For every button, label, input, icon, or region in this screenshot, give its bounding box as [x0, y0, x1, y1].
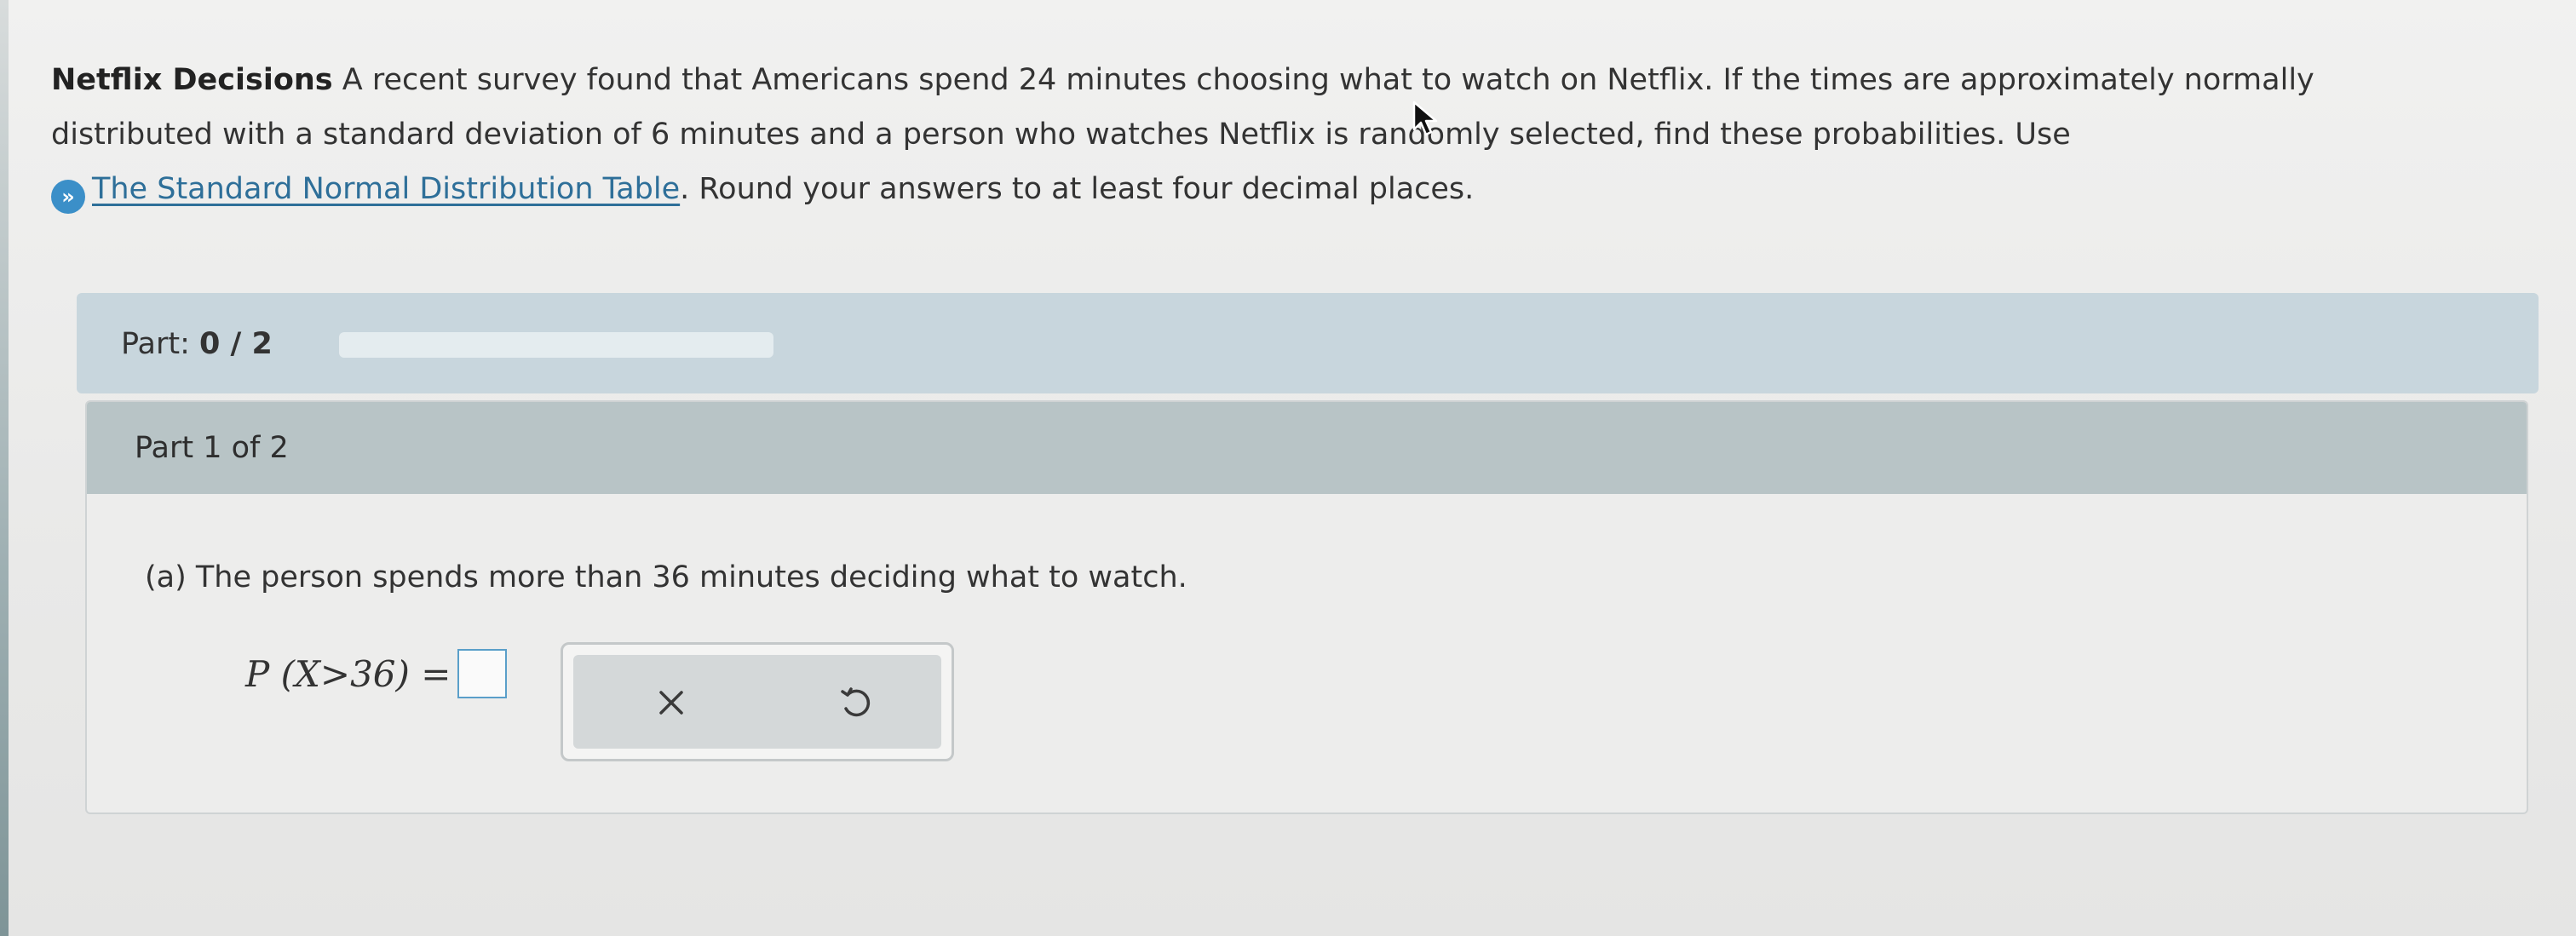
answer-tools-panel: [561, 642, 954, 761]
part-header: Part 1 of 2: [87, 402, 2527, 494]
part-progress-value: 0 / 2: [199, 327, 273, 361]
undo-icon: [841, 687, 871, 717]
undo-button[interactable]: [825, 675, 885, 730]
normal-table-link[interactable]: The Standard Normal Distribution Table: [92, 172, 680, 206]
part-progress-bar: Part: 0 / 2: [77, 293, 2539, 393]
part-header-label: Part 1 of 2: [135, 431, 289, 465]
problem-title: Netflix Decisions: [51, 63, 333, 97]
problem-line-2: distributed with a standard deviation of…: [51, 118, 2071, 152]
problem-line-1: Netflix Decisions A recent survey found …: [51, 53, 2504, 107]
x-icon: [659, 691, 683, 715]
problem-text-3: . Round your answers to at least four de…: [680, 172, 1475, 206]
formula-lhs: P (X>36) =: [245, 652, 451, 695]
part-card: Part 1 of 2 (a) The person spends more t…: [85, 400, 2528, 814]
part-progress-prefix: Part:: [121, 327, 200, 361]
progress-track: [339, 332, 773, 358]
part-progress-label: Part: 0 / 2: [121, 327, 273, 361]
problem-line-3: » The Standard Normal Distribution Table.…: [51, 162, 2504, 216]
problem-text-1: A recent survey found that Americans spe…: [332, 63, 2314, 97]
expand-icon[interactable]: »: [51, 180, 85, 214]
answer-tools-inner: [573, 655, 941, 749]
answer-input[interactable]: [457, 649, 508, 698]
clear-button[interactable]: [641, 675, 701, 730]
probability-formula: P (X>36) =: [245, 649, 508, 698]
left-edge-strip: [0, 0, 9, 936]
question-text: (a) The person spends more than 36 minut…: [145, 560, 1187, 594]
problem-statement: Netflix Decisions A recent survey found …: [51, 53, 2504, 216]
